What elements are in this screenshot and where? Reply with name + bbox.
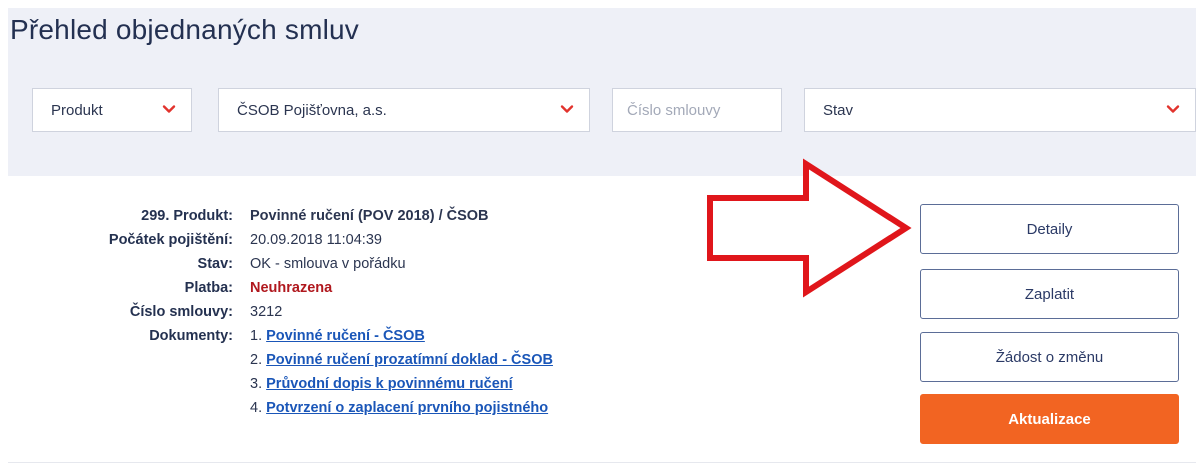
document-link[interactable]: Potvrzení o zaplacení prvního pojistného <box>266 400 548 416</box>
document-item: 2. Povinné ručení prozatímní doklad - ČS… <box>250 352 553 368</box>
stav-value: OK - smlouva v pořádku <box>250 256 406 272</box>
platba-key: Platba: <box>184 280 233 296</box>
page-title: Přehled objednaných smluv <box>10 14 359 45</box>
document-link[interactable]: Povinné ručení - ČSOB <box>266 328 425 344</box>
zadost-o-zmenu-button[interactable]: Žádost o změnu <box>920 332 1179 382</box>
document-link[interactable]: Průvodní dopis k povinnému ručení <box>266 376 513 392</box>
chevron-down-icon <box>161 101 177 117</box>
pojistovna-select[interactable]: ČSOB Pojišťovna, a.s. <box>218 88 590 132</box>
produkt-select-label: Produkt <box>51 101 103 119</box>
cislo-smlouvy-input[interactable] <box>625 100 779 120</box>
stav-select[interactable]: Stav <box>804 88 1196 132</box>
cislo-key: Číslo smlouvy: <box>129 304 233 320</box>
document-number: 4. <box>250 400 263 416</box>
document-item: 1. Povinné ručení - ČSOB <box>250 328 425 344</box>
cislo-smlouvy-field[interactable] <box>612 88 782 132</box>
zaplatit-button[interactable]: Zaplatit <box>920 269 1179 319</box>
document-link[interactable]: Povinné ručení prozatímní doklad - ČSOB <box>266 352 553 368</box>
stav-select-label: Stav <box>823 101 854 119</box>
aktualizace-button[interactable]: Aktualizace <box>920 394 1179 444</box>
platba-status-badge: Neuhrazena <box>250 280 333 296</box>
stav-key: Stav: <box>197 256 233 272</box>
produkt-value: Povinné ručení (POV 2018) / ČSOB <box>250 208 489 224</box>
detaily-button[interactable]: Detaily <box>920 204 1179 254</box>
document-number: 2. <box>250 352 263 368</box>
document-number: 1. <box>250 328 263 344</box>
chevron-down-icon <box>559 101 575 117</box>
pocatek-value: 20.09.2018 11:04:39 <box>250 232 382 248</box>
produkt-key: 299. Produkt: <box>141 208 233 224</box>
produkt-select[interactable]: Produkt <box>32 88 192 132</box>
dokumenty-key: Dokumenty: <box>149 328 233 344</box>
annotation-arrow-icon <box>706 158 912 303</box>
document-item: 4. Potvrzení o zaplacení prvního pojistn… <box>250 400 548 416</box>
pojistovna-select-label: ČSOB Pojišťovna, a.s. <box>237 101 387 119</box>
document-number: 3. <box>250 376 263 392</box>
cislo-value: 3212 <box>250 304 283 320</box>
chevron-down-icon <box>1165 101 1181 117</box>
document-item: 3. Průvodní dopis k povinnému ručení <box>250 376 513 392</box>
pocatek-key: Počátek pojištění: <box>108 232 233 248</box>
